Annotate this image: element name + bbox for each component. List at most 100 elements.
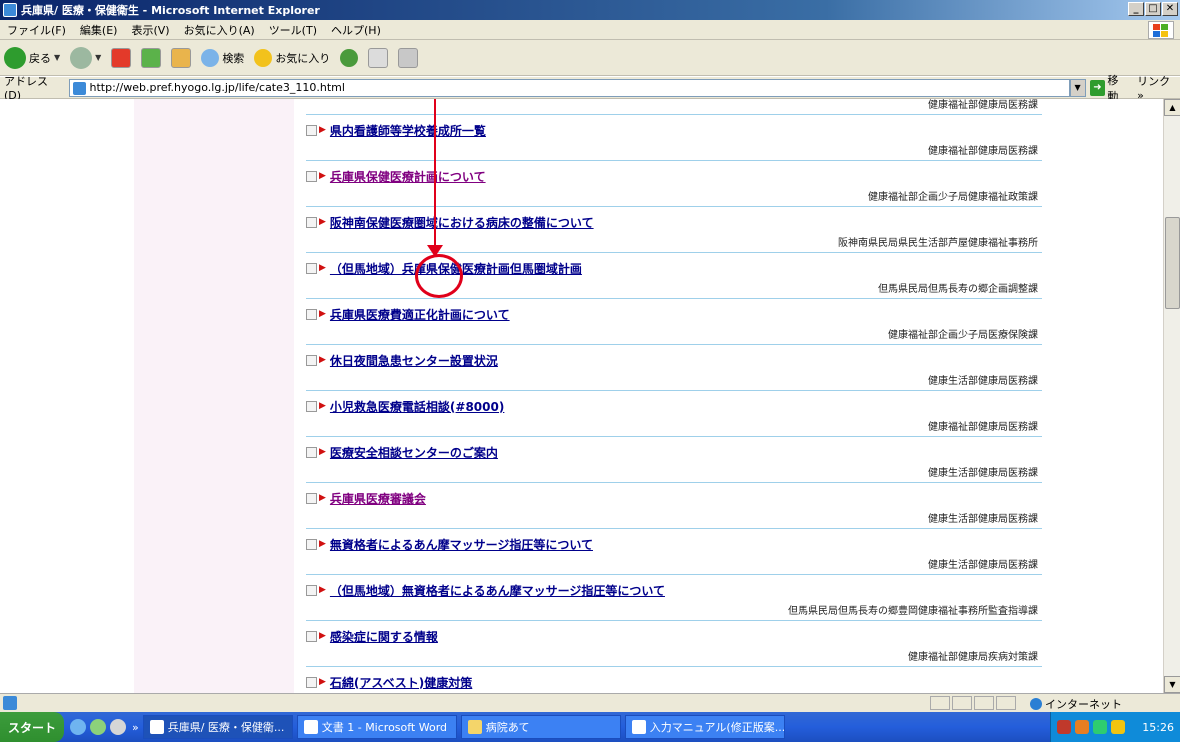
tray-app-icon[interactable] xyxy=(1075,720,1089,734)
address-dropdown-button[interactable]: ▼ xyxy=(1069,78,1086,97)
department-label: 但馬県民局但馬長寿の郷豊岡健康福祉事務所監査指導課 xyxy=(306,605,1042,621)
arrow-bullet-icon: ▶ xyxy=(319,309,326,319)
task-label: 病院あて xyxy=(485,721,530,734)
department-label: 健康生活部健康局医務課 xyxy=(306,467,1042,483)
document-icon xyxy=(306,538,317,550)
department-label: 阪神南県民局県民生活部芦屋健康福祉事務所 xyxy=(306,237,1042,253)
word-task-icon xyxy=(303,720,318,734)
search-button[interactable]: 検索 xyxy=(201,48,244,67)
item-link[interactable]: （但馬地域）無資格者によるあん摩マッサージ指圧等について xyxy=(330,582,665,599)
quick-launch xyxy=(70,719,126,735)
item-link[interactable]: 石綿(アスベスト)健康対策 xyxy=(330,674,472,691)
scroll-up-button[interactable]: ▲ xyxy=(1164,99,1180,116)
arrow-bullet-icon: ▶ xyxy=(319,447,326,457)
list-item: ▶ 兵庫県医療審議会 xyxy=(306,483,1042,513)
mail-button[interactable] xyxy=(368,47,389,68)
menu-favorites[interactable]: お気に入り(A) xyxy=(177,22,262,38)
status-cells xyxy=(930,696,1016,710)
close-button[interactable]: ✕ xyxy=(1162,2,1178,16)
task-label: 入力マニュアル(修正版案... xyxy=(649,721,785,734)
vertical-scrollbar[interactable]: ▲ ▼ xyxy=(1163,99,1180,693)
item-link[interactable]: 感染症に関する情報 xyxy=(330,628,438,645)
menu-file[interactable]: ファイル(F) xyxy=(0,22,73,38)
ie-quicklaunch-icon[interactable] xyxy=(70,719,86,735)
history-button[interactable] xyxy=(340,48,359,67)
document-icon xyxy=(306,446,317,458)
arrow-bullet-icon: ▶ xyxy=(319,677,326,687)
arrow-bullet-icon: ▶ xyxy=(319,125,326,135)
link-list: 健康福祉部健康局医務課 ▶ 県内看護師等学校養成所一覧 健康福祉部健康局医務課 ▶ 兵庫… xyxy=(306,99,1042,693)
task-word-document[interactable]: 文書 1 - Microsoft Word xyxy=(296,715,457,739)
maximize-button[interactable]: □ xyxy=(1145,2,1161,16)
item-link[interactable]: 兵庫県医療費適正化計画について xyxy=(330,306,510,323)
status-cell xyxy=(974,696,994,710)
item-link[interactable]: 無資格者によるあん摩マッサージ指圧等について xyxy=(330,536,593,553)
quicklaunch-chevron-icon[interactable]: » xyxy=(132,721,139,734)
arrow-bullet-icon: ▶ xyxy=(319,263,326,273)
item-link[interactable]: 兵庫県医療審議会 xyxy=(330,490,426,507)
document-icon xyxy=(306,308,317,320)
refresh-button[interactable] xyxy=(141,47,162,68)
dropdown-arrow-icon[interactable]: ▼ xyxy=(95,53,101,62)
menu-bar: ファイル(F) 編集(E) 表示(V) お気に入り(A) ツール(T) ヘルプ(… xyxy=(0,20,1180,40)
list-item: ▶ 感染症に関する情報 xyxy=(306,621,1042,651)
window-titlebar[interactable]: 兵庫県/ 医療・保健衛生 - Microsoft Internet Explor… xyxy=(0,0,1180,20)
back-button[interactable]: 戻る ▼ xyxy=(4,46,60,69)
links-button[interactable]: リンク » xyxy=(1137,73,1180,102)
task-folder[interactable]: 病院あて xyxy=(460,715,621,739)
print-button[interactable] xyxy=(398,47,419,68)
item-link[interactable]: 医療安全相談センターのご案内 xyxy=(330,444,498,461)
list-item: ▶ 休日夜間急患センター設置状況 xyxy=(306,345,1042,375)
item-link[interactable]: 小児救急医療電話相談(#8000) xyxy=(330,398,504,415)
scroll-thumb[interactable] xyxy=(1165,217,1180,309)
item-link[interactable]: 休日夜間急患センター設置状況 xyxy=(330,352,498,369)
tray-app-icon[interactable] xyxy=(1093,720,1107,734)
document-icon xyxy=(306,630,317,642)
zone-label: インターネット xyxy=(1045,698,1122,711)
forward-button[interactable]: ▼ xyxy=(70,46,101,69)
arrow-bullet-icon: ▶ xyxy=(319,171,326,181)
document-icon xyxy=(306,584,317,596)
item-link[interactable]: 県内看護師等学校養成所一覧 xyxy=(330,122,486,139)
forward-arrow-icon xyxy=(70,46,93,69)
stop-button[interactable] xyxy=(111,47,132,68)
department-label: 健康福祉部健康局医務課 xyxy=(306,99,1042,115)
item-link[interactable]: 阪神南保健医療圏域における病床の整備について xyxy=(330,214,594,231)
department-label: 健康福祉部企画少子局医療保険課 xyxy=(306,329,1042,345)
status-bar: インターネット xyxy=(0,693,1180,712)
address-input[interactable]: http://web.pref.hyogo.lg.jp/life/cate3_1… xyxy=(68,78,1070,97)
tray-app-icon[interactable] xyxy=(1111,720,1125,734)
system-tray: 15:26 xyxy=(1050,712,1180,742)
task-ie-window[interactable]: 兵庫県/ 医療・保健衛... xyxy=(142,715,293,739)
address-url: http://web.pref.hyogo.lg.jp/life/cate3_1… xyxy=(89,81,345,94)
page-status-icon xyxy=(3,696,17,710)
favorites-button[interactable]: お気に入り xyxy=(254,48,330,67)
dropdown-arrow-icon[interactable]: ▼ xyxy=(54,53,60,62)
list-item: ▶ 無資格者によるあん摩マッサージ指圧等について xyxy=(306,529,1042,559)
list-item: ▶ 兵庫県医療費適正化計画について xyxy=(306,299,1042,329)
start-button[interactable]: スタート xyxy=(0,712,64,742)
arrow-bullet-icon: ▶ xyxy=(319,585,326,595)
clock: 15:26 xyxy=(1142,720,1174,734)
scroll-down-button[interactable]: ▼ xyxy=(1164,676,1180,693)
menu-tools[interactable]: ツール(T) xyxy=(262,22,324,38)
refresh-icon xyxy=(141,47,162,68)
document-icon xyxy=(306,492,317,504)
list-item: ▶ （但馬地域）無資格者によるあん摩マッサージ指圧等について xyxy=(306,575,1042,605)
home-button[interactable] xyxy=(171,47,192,68)
menu-edit[interactable]: 編集(E) xyxy=(73,22,125,38)
document-icon xyxy=(306,400,317,412)
document-icon xyxy=(306,262,317,274)
folder-task-icon xyxy=(467,720,482,734)
item-link[interactable]: 兵庫県保健医療計画について xyxy=(330,168,486,185)
media-quicklaunch-icon[interactable] xyxy=(90,719,106,735)
minimize-button[interactable]: _ xyxy=(1128,2,1144,16)
task-manual-document[interactable]: 入力マニュアル(修正版案... xyxy=(624,715,785,739)
menu-view[interactable]: 表示(V) xyxy=(124,22,176,38)
arrow-bullet-icon: ▶ xyxy=(319,539,326,549)
page-content: 健康福祉部健康局医務課 ▶ 県内看護師等学校養成所一覧 健康福祉部健康局医務課 ▶ 兵庫… xyxy=(0,99,1163,693)
ime-icon[interactable] xyxy=(1057,720,1071,734)
department-label: 健康生活部健康局医務課 xyxy=(306,375,1042,391)
menu-help[interactable]: ヘルプ(H) xyxy=(324,22,388,38)
desktop-quicklaunch-icon[interactable] xyxy=(110,719,126,735)
